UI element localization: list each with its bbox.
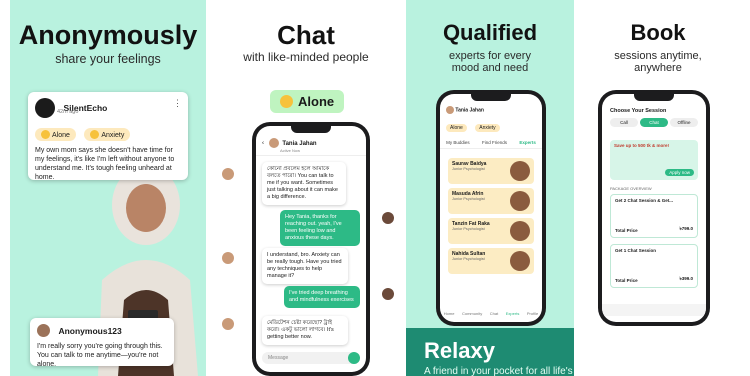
package-card[interactable]: Get 2 Chat Session & Get... Total Price … — [610, 194, 698, 238]
tab-bar: My Buddies Find Friends Experts — [440, 137, 542, 149]
tab-find-friends[interactable]: Find Friends — [482, 140, 507, 145]
nav-profile[interactable]: Profile — [527, 311, 538, 316]
avatar — [35, 98, 55, 118]
message-outgoing: Hey Tania, thanks for reaching out. yeah… — [280, 210, 360, 246]
phone-notch — [291, 126, 331, 133]
mood-tag-anxiety[interactable]: Anxiety — [475, 124, 500, 132]
panel-title: Qualified — [442, 20, 538, 45]
back-icon[interactable]: ‹ — [262, 141, 264, 147]
avatar — [268, 138, 279, 148]
expert-photo — [510, 251, 530, 271]
brand-name: Relaxy — [424, 338, 495, 363]
contact-name: Tania Jahan — [282, 140, 317, 147]
expert-photo — [510, 191, 530, 211]
avatar — [222, 252, 234, 264]
reply-text: I'm really sorry you're going through th… — [37, 343, 163, 368]
promo-card: Save up to 500 tk & more! Apply now — [610, 140, 698, 180]
promo-text: Save up to 500 tk & more! — [614, 143, 670, 148]
reply-card[interactable]: Anonymous123 I'm really sorry you're goi… — [30, 318, 174, 368]
expert-card[interactable]: Tanzin Fat Raka Junior Psychologist — [448, 218, 534, 244]
panel-subtitle: share your feelings — [55, 52, 161, 66]
bottom-nav — [602, 304, 706, 316]
booking-screen: Choose Your Session Call Chat Offline Sa… — [602, 94, 706, 322]
nav-home[interactable]: Home — [444, 311, 455, 316]
chat-screen: ‹ Tania Jahan Active Now কোনো প্রবলেম হল… — [256, 126, 366, 372]
avatar — [37, 324, 50, 338]
avatar — [222, 318, 234, 330]
expert-card[interactable]: Saurav Baidya Junior Psychologist — [448, 158, 534, 184]
mood-tag-anxiety[interactable]: Anxiety — [84, 128, 131, 141]
expert-card[interactable]: Nahida Sultan Junior Psychologist — [448, 248, 534, 274]
panel-anonymously: Anonymously share your feelings SilentEc… — [10, 0, 206, 376]
phone-mockup: Choose Your Session Call Chat Offline Sa… — [598, 90, 710, 326]
package-label: PACKAGE OVERVIEW — [610, 186, 652, 191]
panel-chat: Chat with like-minded people Alone ‹ Tan… — [208, 0, 404, 376]
panel-book: Book sessions anytime, anywhere Choose Y… — [576, 0, 740, 376]
mood-tag-alone[interactable]: Alone — [35, 128, 76, 141]
avatar — [222, 168, 234, 180]
panel-title: Anonymously — [18, 20, 198, 50]
brand-tagline: A friend in your pocket for all life's u… — [424, 366, 574, 376]
session-type-selector: Call Chat Offline — [602, 118, 706, 127]
mood-tag-alone[interactable]: Alone — [446, 124, 467, 132]
segment-call[interactable]: Call — [610, 118, 638, 127]
message-incoming: মেডিটেশন চেষ্টা করেছো? ট্রাই করো। একটু ভ… — [262, 316, 348, 345]
expert-card[interactable]: Masuda Afrin Junior Psychologist — [448, 188, 534, 214]
send-icon[interactable] — [348, 352, 360, 364]
phone-mockup: Tania Jahan Alone Anxiety My Buddies Fin… — [436, 90, 546, 326]
message-input[interactable]: Message — [262, 352, 360, 364]
expert-photo — [510, 161, 530, 181]
apply-button[interactable]: Apply now — [665, 169, 694, 176]
post-card[interactable]: SilentEcho 42m ago ⋮ Alone Anxiety My ow… — [28, 92, 188, 181]
panel-subtitle: sessions anytime, anywhere — [614, 50, 702, 74]
panel-subtitle: experts for every mood and need — [449, 50, 531, 74]
message-incoming: I understand, bro. Anxiety can be really… — [262, 248, 348, 284]
avatar — [382, 288, 394, 300]
bottom-nav: Home Community Chat Experts Profile — [440, 311, 542, 316]
panel-qualified: Qualified experts for every mood and nee… — [406, 0, 574, 376]
mood-badge: Alone — [270, 90, 345, 113]
phone-mockup: ‹ Tania Jahan Active Now কোনো প্রবলেম হল… — [252, 122, 370, 376]
expert-photo — [510, 221, 530, 241]
nav-community[interactable]: Community — [462, 311, 482, 316]
package-card[interactable]: Get 1 Chat Session Total Price ৳399.0 — [610, 244, 698, 288]
more-options-icon[interactable]: ⋮ — [173, 98, 182, 109]
panel-subtitle: with like-minded people — [243, 50, 369, 64]
panel-title: Chat — [277, 20, 335, 50]
contact-status: Active Now — [280, 148, 301, 153]
post-time: 42m ago — [57, 109, 79, 115]
message-outgoing: I've tried deep breathing and mindfulnes… — [284, 286, 360, 308]
post-text: My own mom says she doesn't have time fo… — [35, 147, 175, 181]
nav-chat[interactable]: Chat — [490, 311, 498, 316]
avatar — [382, 212, 394, 224]
experts-screen: Tania Jahan Alone Anxiety My Buddies Fin… — [440, 94, 542, 322]
reply-username: Anonymous123 — [58, 325, 122, 336]
segment-chat[interactable]: Chat — [640, 118, 668, 127]
tab-experts[interactable]: Experts — [519, 140, 536, 145]
segment-offline[interactable]: Offline — [670, 118, 698, 127]
avatar — [446, 106, 454, 114]
message-incoming: কোনো প্রবলেম হলে আমাকে বলতে পারো। You ca… — [262, 162, 346, 205]
phone-notch — [471, 94, 511, 101]
phone-notch — [634, 94, 674, 101]
panel-title: Book — [630, 20, 686, 45]
tab-my-buddies[interactable]: My Buddies — [446, 140, 470, 145]
nav-experts[interactable]: Experts — [506, 311, 520, 316]
sad-face-icon — [280, 95, 293, 108]
